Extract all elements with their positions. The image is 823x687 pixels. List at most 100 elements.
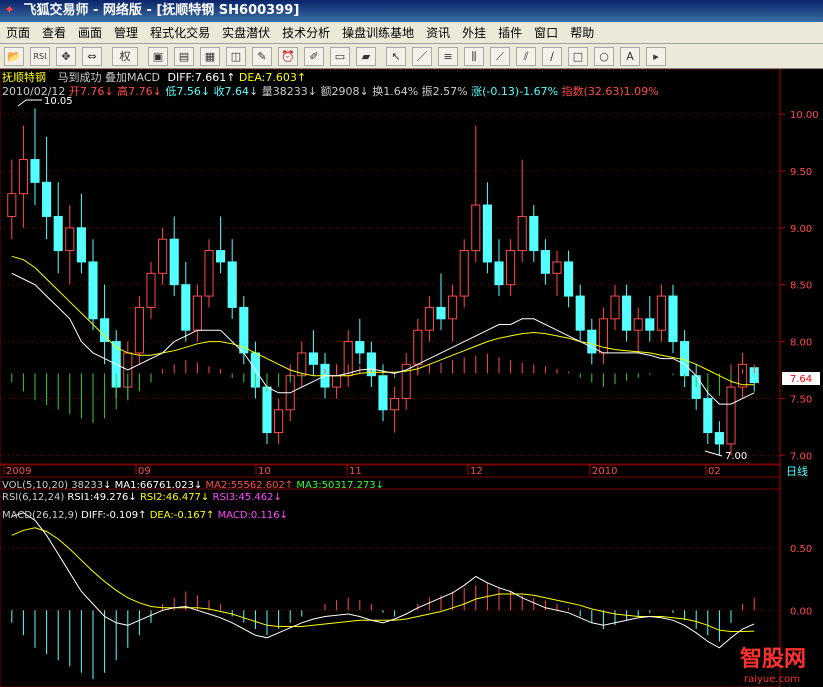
- macd-diff-line: [11, 512, 755, 649]
- text-icon[interactable]: A: [620, 47, 640, 66]
- candle-body: [494, 261, 504, 286]
- candle-body: [7, 193, 17, 217]
- candle-body: [726, 386, 736, 445]
- layout1-icon[interactable]: ▣: [148, 47, 168, 66]
- price-tick-label: 9.50: [790, 167, 812, 178]
- fan-icon[interactable]: ⟋: [490, 47, 510, 66]
- weight-icon[interactable]: 权: [112, 47, 138, 66]
- candle-body: [540, 250, 550, 274]
- title-bar: ✦ 飞狐交易师 - 网络版 - [抚顺特钢 SH600399]: [0, 0, 823, 22]
- swap-icon[interactable]: ⇔: [82, 47, 102, 66]
- candle-body: [459, 250, 469, 297]
- menu-item[interactable]: 画面: [72, 23, 108, 44]
- menu-item[interactable]: 程式化交易: [144, 23, 216, 44]
- candle-body: [633, 318, 643, 331]
- menu-item[interactable]: 实盘潜伏: [216, 23, 276, 44]
- high-mark-line: [17, 99, 27, 107]
- move-icon[interactable]: ✥: [56, 47, 76, 66]
- rect-icon[interactable]: □: [568, 47, 588, 66]
- x-axis-label: 12: [470, 466, 483, 477]
- candle-body: [181, 284, 191, 331]
- candle-body: [158, 238, 168, 274]
- candle-body: [274, 409, 284, 434]
- line-icon[interactable]: ／: [412, 47, 432, 66]
- menu-item[interactable]: 帮助: [564, 23, 600, 44]
- quote-amplitude: 振2.57%: [421, 85, 468, 98]
- chart-icon[interactable]: ▰: [356, 47, 376, 66]
- edit-icon[interactable]: ✎: [252, 47, 272, 66]
- quote-index: 指数(32.63)1.09%: [561, 85, 659, 98]
- rsi-icon[interactable]: RSI: [30, 47, 50, 66]
- candle-body: [53, 215, 63, 252]
- toolbar: 📂 RSI ✥ ⇔ 权 ▣ ▤ ▦ ◫ ✎ ⏰ ✐ ▭ ▰ ↖ ／ ≡ ⫼ ⟋ ⫽ ∕ □ ○ A ▸: [0, 44, 823, 69]
- candles: [7, 108, 759, 456]
- macd-tick-label: 0.50: [790, 544, 812, 555]
- x-axis-label: 2009: [6, 466, 31, 477]
- candle-body: [401, 363, 411, 399]
- quote-close: 收7.64: [213, 85, 250, 98]
- vlines-icon[interactable]: ⫼: [464, 47, 484, 66]
- candle-body: [332, 375, 342, 388]
- candle-body: [471, 204, 481, 252]
- circle-icon[interactable]: ○: [594, 47, 614, 66]
- price-tick-label: 10.00: [790, 110, 819, 121]
- candle-body: [703, 397, 713, 434]
- compare-icon[interactable]: ◫: [226, 47, 246, 66]
- watermark-url: raiyue.com: [744, 674, 800, 685]
- menu-item[interactable]: 管理: [108, 23, 144, 44]
- candle-body: [378, 375, 388, 411]
- candle-body: [227, 261, 237, 308]
- candle-body: [668, 295, 678, 343]
- more-icon[interactable]: ▸: [646, 47, 666, 66]
- candle-body: [424, 306, 434, 331]
- period-label[interactable]: 日线: [786, 464, 808, 478]
- candle-body: [262, 386, 272, 434]
- menu-item[interactable]: 外挂: [456, 23, 492, 44]
- price-panel-frame: [0, 69, 781, 465]
- menu-item[interactable]: 查看: [36, 23, 72, 44]
- candle-body: [622, 295, 632, 331]
- candle-body: [645, 318, 655, 331]
- candle-body: [146, 272, 156, 308]
- stock-chart[interactable]: 10.00 9.50 9.00 8.50 8.00 7.50 7.00 0.50 0.00 2…: [0, 69, 823, 687]
- arc-icon[interactable]: ∕: [542, 47, 562, 66]
- tile-icon[interactable]: ▦: [200, 47, 220, 66]
- candle-body: [355, 341, 365, 354]
- quote-high: 高7.76: [117, 85, 153, 98]
- candle-body: [610, 295, 620, 320]
- vol-panel-frame: [0, 464, 781, 478]
- app-logo-icon: ✦: [4, 3, 15, 18]
- quote-open: 开7.76: [68, 85, 105, 98]
- layout2-icon[interactable]: ▤: [174, 47, 194, 66]
- candle-body: [30, 159, 40, 183]
- menu-item[interactable]: 窗口: [528, 23, 564, 44]
- quote-volume: 量38233: [261, 85, 308, 98]
- macd-lines: [11, 512, 755, 649]
- x-axis-label: 11: [349, 466, 362, 477]
- pen-icon[interactable]: ✐: [304, 47, 324, 66]
- candle-body: [517, 215, 527, 252]
- vol-label: VOL(5,10,20) 38233↓ MA1:66761.023↓ MA2:5…: [2, 480, 384, 491]
- candle-body: [18, 159, 28, 195]
- menu-item[interactable]: 操盘训练基地: [336, 23, 420, 44]
- open-icon[interactable]: 📂: [4, 47, 24, 66]
- menu-item[interactable]: 页面: [0, 23, 36, 44]
- candle-body: [680, 341, 690, 377]
- candle-body: [714, 432, 724, 445]
- candle-body: [134, 306, 144, 354]
- candle-body: [192, 295, 202, 331]
- watermark-brand: 智股网: [740, 646, 806, 672]
- candle-body: [552, 261, 562, 274]
- parallel-icon[interactable]: ⫽: [516, 47, 536, 66]
- macd-bars: [11, 582, 755, 679]
- channel-icon[interactable]: ≡: [438, 47, 458, 66]
- menu-item[interactable]: 资讯: [420, 23, 456, 44]
- menu-item[interactable]: 插件: [492, 23, 528, 44]
- alarm-icon[interactable]: ⏰: [278, 47, 298, 66]
- notes-icon[interactable]: ▭: [330, 47, 350, 66]
- menu-bar: 页面 查看 画面 管理 程式化交易 实盘潜伏 技术分析 操盘训练基地 资讯 外挂 插件 窗口 帮助: [0, 22, 823, 44]
- pointer-icon[interactable]: ↖: [386, 47, 406, 66]
- candle-body: [308, 352, 318, 365]
- macd-label: MACD(26,12,9) DIFF:-0.109↑ DEA:-0.167↑ M…: [2, 510, 288, 521]
- menu-item[interactable]: 技术分析: [276, 23, 336, 44]
